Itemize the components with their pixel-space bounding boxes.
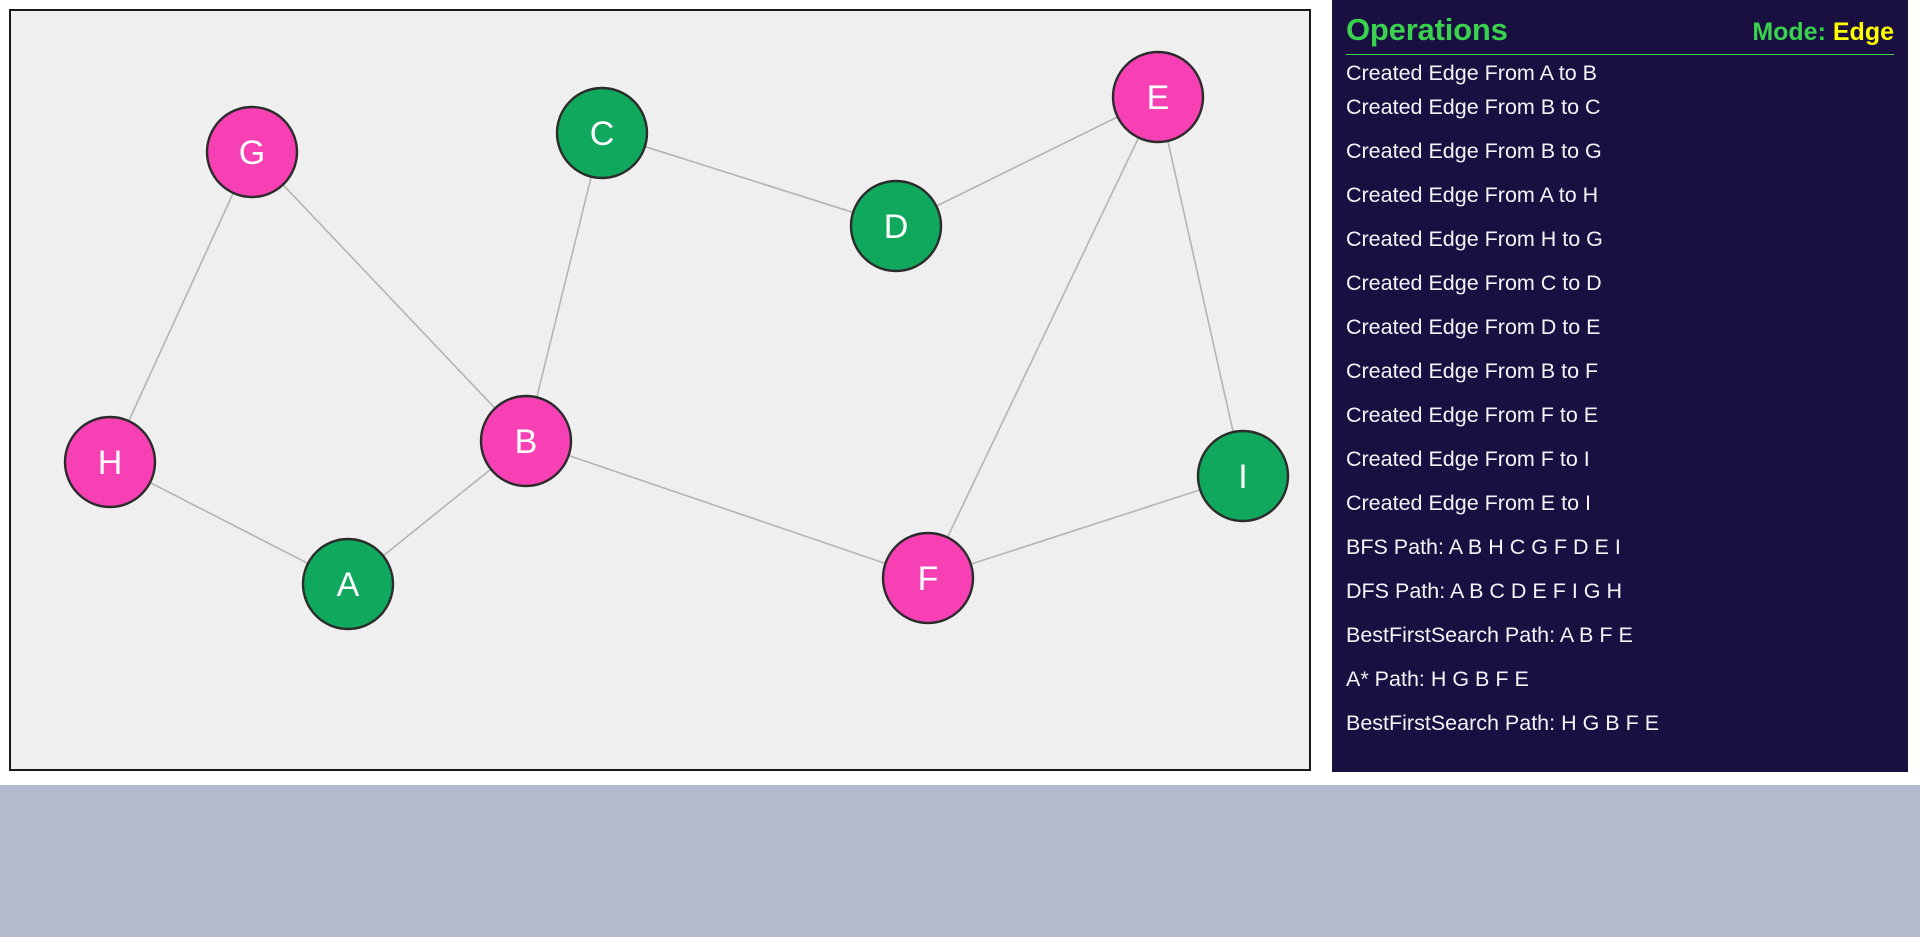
graph-edge <box>568 454 886 565</box>
graph-edge <box>382 468 492 557</box>
operation-log-item: Created Edge From A to H <box>1346 183 1599 207</box>
graph-edge <box>970 489 1201 565</box>
operations-title: Operations <box>1346 12 1508 47</box>
operation-log-item: Created Edge From E to I <box>1346 491 1591 515</box>
graph-node-h[interactable]: H <box>63 415 157 509</box>
node-label: H <box>98 444 123 482</box>
controls-bar: Controls Add VertexAdd EdgeBFSDFSClear N… <box>0 785 1920 937</box>
operation-log-item: Created Edge From B to F <box>1346 359 1599 383</box>
graph-node-e[interactable]: E <box>1111 50 1205 144</box>
graph-node-i[interactable]: I <box>1196 429 1290 523</box>
node-label: A <box>337 566 360 604</box>
graph-node-g[interactable]: G <box>205 105 299 199</box>
operation-log-item: Created Edge From D to E <box>1346 315 1601 339</box>
node-label: I <box>1238 458 1247 496</box>
graph-node-a[interactable]: A <box>301 537 395 631</box>
operation-log-item: Created Edge From F to I <box>1346 447 1590 471</box>
operation-log-item: Created Edge From B to C <box>1346 95 1601 119</box>
graph-edge <box>936 116 1118 207</box>
graph-svg[interactable]: G C E D H B I A F <box>11 11 1309 769</box>
graph-node-b[interactable]: B <box>479 394 573 488</box>
operations-panel: Operations Mode: Edge Created Edge From … <box>1332 0 1908 772</box>
operation-log-item: BFS Path: A B H C G F D E I <box>1346 535 1621 559</box>
graph-edge <box>536 176 592 398</box>
operations-header: Operations Mode: Edge <box>1346 0 1894 52</box>
mode-indicator: Mode: Edge <box>1752 18 1894 47</box>
node-label: G <box>239 134 265 172</box>
graph-edge <box>282 184 496 409</box>
node-label: F <box>918 560 939 598</box>
mode-label: Mode: <box>1752 18 1826 46</box>
edges-layer <box>128 116 1234 565</box>
graph-edge <box>1167 140 1234 433</box>
graph-node-d[interactable]: D <box>849 179 943 273</box>
graph-canvas[interactable]: G C E D H B I A F <box>9 9 1311 771</box>
graph-node-f[interactable]: F <box>881 531 975 625</box>
operation-log-item: Created Edge From A to B <box>1346 61 1597 85</box>
operation-log-item: BestFirstSearch Path: H G B F E <box>1346 711 1660 735</box>
graph-edge <box>946 137 1140 538</box>
node-label: E <box>1147 79 1170 117</box>
graph-edge <box>149 481 309 565</box>
mode-value: Edge <box>1832 18 1894 46</box>
operation-log-item: Created Edge From B to G <box>1346 139 1602 163</box>
graph-visualizer-app: G C E D H B I A F Operations Mode: Edge Created … <box>0 0 1920 937</box>
operation-log-item: Created Edge From C to D <box>1346 271 1602 295</box>
operation-log-item: A* Path: H G B F E <box>1346 667 1529 691</box>
node-label: C <box>590 115 615 153</box>
node-label: D <box>884 208 909 246</box>
graph-node-c[interactable]: C <box>555 86 649 180</box>
operation-log-item: Created Edge From F to E <box>1346 403 1599 427</box>
operation-log-item: Created Edge From H to G <box>1346 227 1603 251</box>
graph-edge <box>644 145 854 214</box>
operations-log-list: Created Edge From A to B Created Edge Fro… <box>1346 55 1894 745</box>
graph-edge <box>128 192 234 422</box>
operation-log-item: DFS Path: A B C D E F I G H <box>1346 579 1622 603</box>
nodes-layer[interactable]: G C E D H B I A F <box>63 50 1290 631</box>
node-label: B <box>515 423 538 461</box>
operation-log-item: BestFirstSearch Path: A B F E <box>1346 623 1633 647</box>
